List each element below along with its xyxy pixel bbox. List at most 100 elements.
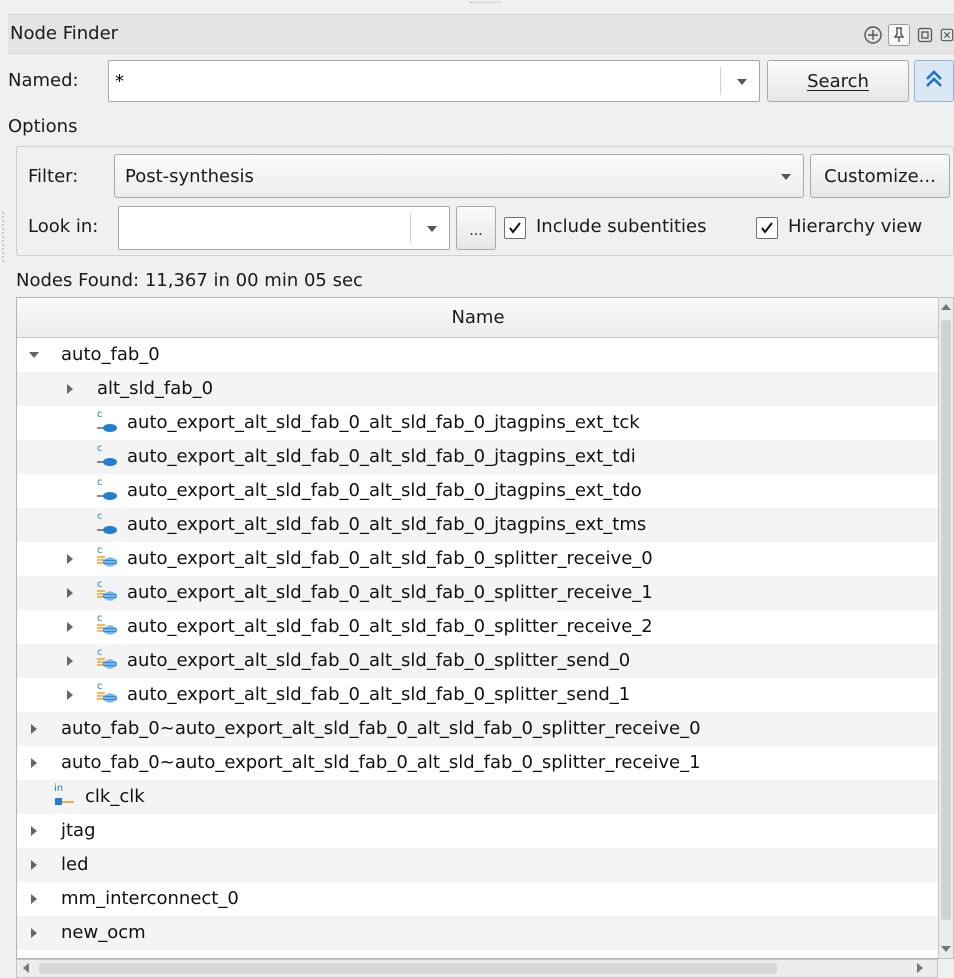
- tree-collapsed-arrow-icon[interactable]: [67, 554, 73, 564]
- checkmark-icon: [509, 222, 521, 234]
- tree-collapsed-arrow-icon[interactable]: [31, 724, 37, 734]
- svg-text:c: c: [97, 579, 103, 590]
- named-input[interactable]: [115, 70, 715, 92]
- add-icon[interactable]: [862, 24, 884, 46]
- look-in-combobox[interactable]: [118, 206, 450, 250]
- panel-titlebar: Node Finder: [8, 14, 954, 54]
- tree-row[interactable]: new_ocm: [17, 916, 938, 950]
- tree-row-label: auto_export_alt_sld_fab_0_alt_sld_fab_0_…: [127, 514, 647, 535]
- tree-row[interactable]: c auto_export_alt_sld_fab_0_alt_sld_fab_0…: [17, 576, 938, 610]
- hierarchy-view-checkbox[interactable]: [756, 217, 778, 239]
- scroll-left-arrow[interactable]: [23, 963, 29, 973]
- search-button[interactable]: Search: [767, 60, 909, 102]
- tree-collapsed-arrow-icon[interactable]: [67, 656, 73, 666]
- tree-row-label: auto_export_alt_sld_fab_0_alt_sld_fab_0_…: [127, 548, 653, 569]
- tree-row-label: auto_fab_0~auto_export_alt_sld_fab_0_alt…: [61, 752, 701, 773]
- browse-button-label: ...: [469, 223, 483, 239]
- tree-row[interactable]: c auto_export_alt_sld_fab_0_alt_sld_fab_0…: [17, 440, 938, 474]
- tree-row[interactable]: c auto_export_alt_sld_fab_0_alt_sld_fab_0…: [17, 678, 938, 712]
- tree-row-label: mm_interconnect_0: [61, 888, 239, 909]
- named-label: Named:: [8, 70, 79, 91]
- combinational-pin-icon: c: [95, 510, 119, 536]
- tree-rows: auto_fab_0 alt_sld_fab_0c auto_export_alt_…: [17, 338, 938, 950]
- tree-row-label: auto_export_alt_sld_fab_0_alt_sld_fab_0_…: [127, 480, 642, 501]
- svg-text:c: c: [97, 681, 103, 692]
- tree-row[interactable]: c auto_export_alt_sld_fab_0_alt_sld_fab_0…: [17, 474, 938, 508]
- scroll-up-arrow[interactable]: [941, 304, 951, 310]
- tree-row[interactable]: c auto_export_alt_sld_fab_0_alt_sld_fab_0…: [17, 508, 938, 542]
- browse-button[interactable]: ...: [456, 206, 496, 250]
- tree-collapsed-arrow-icon[interactable]: [67, 588, 73, 598]
- svg-text:c: c: [97, 511, 103, 522]
- tree-row[interactable]: c auto_export_alt_sld_fab_0_alt_sld_fab_0…: [17, 644, 938, 678]
- combinational-bus-icon: c: [95, 646, 119, 672]
- tree-row[interactable]: auto_fab_0: [17, 338, 938, 372]
- chevron-down-icon[interactable]: [427, 226, 437, 232]
- customize-button[interactable]: Customize...: [810, 154, 950, 198]
- column-header-label: Name: [451, 307, 505, 328]
- options-heading: Options: [8, 116, 78, 137]
- tree-row[interactable]: in clk_clk: [17, 780, 938, 814]
- tree-row-label: alt_sld_fab_0: [97, 378, 214, 399]
- tree-row[interactable]: mm_interconnect_0: [17, 882, 938, 916]
- tree-collapsed-arrow-icon[interactable]: [67, 622, 73, 632]
- tree-row[interactable]: c auto_export_alt_sld_fab_0_alt_sld_fab_0…: [17, 542, 938, 576]
- panel-resize-grip[interactable]: [2, 212, 4, 262]
- svg-text:c: c: [97, 647, 103, 658]
- include-subentities-label[interactable]: Include subentities: [536, 216, 707, 237]
- tree-row-label: auto_export_alt_sld_fab_0_alt_sld_fab_0_…: [127, 616, 653, 637]
- scroll-down-arrow[interactable]: [941, 946, 951, 952]
- tree-row-label: auto_export_alt_sld_fab_0_alt_sld_fab_0_…: [127, 412, 640, 433]
- look-in-divider: [410, 213, 411, 243]
- chevron-down-icon[interactable]: [737, 79, 747, 85]
- float-icon[interactable]: [914, 24, 936, 46]
- filter-select[interactable]: Post-synthesis: [114, 154, 804, 198]
- tree-row[interactable]: c auto_export_alt_sld_fab_0_alt_sld_fab_0…: [17, 610, 938, 644]
- tree-collapsed-arrow-icon[interactable]: [31, 826, 37, 836]
- tree-collapsed-arrow-icon[interactable]: [31, 860, 37, 870]
- checkmark-icon: [761, 222, 773, 234]
- vertical-scrollbar[interactable]: [938, 297, 954, 959]
- pin-icon[interactable]: [888, 24, 910, 46]
- filter-label: Filter:: [28, 166, 79, 187]
- scroll-right-arrow[interactable]: [917, 963, 923, 973]
- double-chevron-up-icon: [923, 69, 945, 94]
- combinational-pin-icon: c: [95, 476, 119, 502]
- panel-drag-grip[interactable]: [470, 2, 500, 6]
- search-button-label: Search: [807, 70, 869, 92]
- tree-collapsed-arrow-icon[interactable]: [67, 690, 73, 700]
- named-combobox[interactable]: [108, 60, 760, 102]
- svg-text:c: c: [97, 477, 103, 488]
- horizontal-scroll-thumb[interactable]: [39, 963, 777, 974]
- collapse-options-button[interactable]: [914, 60, 954, 102]
- node-tree[interactable]: Name auto_fab_0 alt_sld_fab_0c auto_export…: [16, 297, 938, 959]
- tree-row[interactable]: alt_sld_fab_0: [17, 372, 938, 406]
- hierarchy-view-label[interactable]: Hierarchy view: [788, 216, 922, 237]
- tree-collapsed-arrow-icon[interactable]: [31, 894, 37, 904]
- tree-row[interactable]: c auto_export_alt_sld_fab_0_alt_sld_fab_0…: [17, 406, 938, 440]
- svg-text:c: c: [97, 613, 103, 624]
- tree-row[interactable]: auto_fab_0~auto_export_alt_sld_fab_0_alt…: [17, 746, 938, 780]
- tree-row[interactable]: led: [17, 848, 938, 882]
- close-icon[interactable]: [940, 24, 954, 46]
- svg-text:c: c: [97, 545, 103, 556]
- include-subentities-checkbox[interactable]: [504, 217, 526, 239]
- tree-collapsed-arrow-icon[interactable]: [31, 928, 37, 938]
- panel-controls: [862, 24, 954, 46]
- column-header-name[interactable]: Name: [17, 298, 938, 338]
- svg-text:c: c: [97, 443, 103, 454]
- tree-row-label: new_ocm: [61, 922, 146, 943]
- horizontal-scrollbar[interactable]: [16, 959, 938, 978]
- combinational-pin-icon: c: [95, 408, 119, 434]
- tree-collapsed-arrow-icon[interactable]: [31, 758, 37, 768]
- svg-text:in: in: [54, 783, 63, 794]
- vertical-scroll-thumb[interactable]: [941, 320, 951, 920]
- tree-row-label: jtag: [61, 820, 96, 841]
- tree-collapsed-arrow-icon[interactable]: [67, 384, 73, 394]
- tree-expanded-arrow-icon[interactable]: [29, 352, 39, 358]
- tree-row-label: auto_export_alt_sld_fab_0_alt_sld_fab_0_…: [127, 446, 636, 467]
- tree-row[interactable]: auto_fab_0~auto_export_alt_sld_fab_0_alt…: [17, 712, 938, 746]
- svg-text:c: c: [97, 409, 103, 420]
- filter-value: Post-synthesis: [125, 166, 254, 187]
- tree-row[interactable]: jtag: [17, 814, 938, 848]
